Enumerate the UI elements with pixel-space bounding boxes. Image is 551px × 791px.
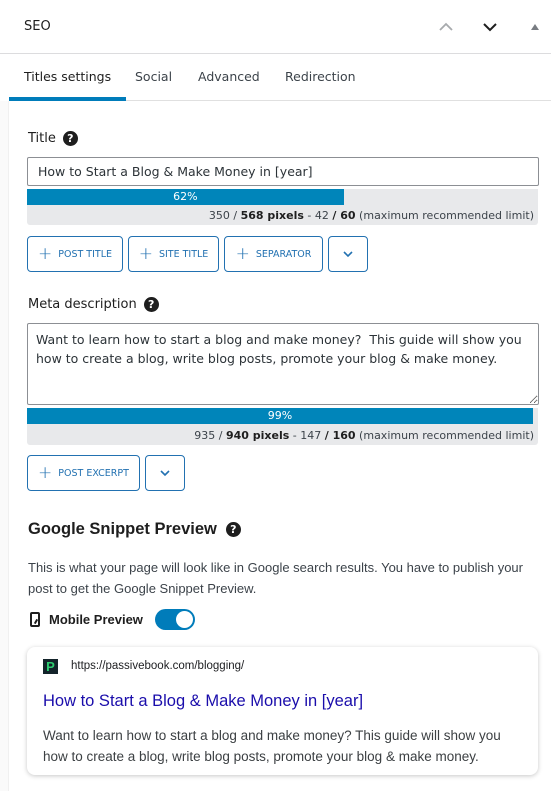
toggle-knob xyxy=(175,611,193,628)
title-label-row: Title ? xyxy=(28,131,78,146)
panel-header: SEO xyxy=(0,0,551,54)
title-input[interactable] xyxy=(27,157,539,186)
meta-chars-max: / 160 xyxy=(324,429,356,442)
chevron-down-icon xyxy=(343,251,353,258)
plus-icon: + xyxy=(138,243,153,264)
tab-advanced[interactable]: Advanced xyxy=(183,55,275,100)
mobile-phone-icon xyxy=(30,612,40,627)
meta-length-meter: 99% 935 / 940 pixels - 147 / 160 (maximu… xyxy=(27,408,538,445)
title-progress-bar: 62% xyxy=(27,189,344,205)
tab-bar: Titles settings Social Advanced Redirect… xyxy=(9,55,551,101)
meta-progress-bar: 99% xyxy=(27,408,533,424)
meta-chars-used: - 147 xyxy=(289,429,325,442)
plus-icon: + xyxy=(38,462,53,483)
chevron-up-icon xyxy=(439,22,453,31)
panel-title: SEO xyxy=(24,19,51,34)
help-icon[interactable]: ? xyxy=(62,131,78,146)
mobile-preview-toggle[interactable] xyxy=(154,609,195,630)
button-label: POST EXCERPT xyxy=(58,467,129,479)
left-edge-strip xyxy=(0,101,9,791)
plus-icon: + xyxy=(235,243,250,264)
button-label: POST TITLE xyxy=(58,248,112,260)
help-icon[interactable]: ? xyxy=(225,522,241,537)
add-post-title-button[interactable]: + POST TITLE xyxy=(27,236,123,272)
plus-icon: + xyxy=(37,243,53,264)
more-tags-dropdown-button[interactable] xyxy=(328,236,368,272)
meta-pixels-used: 935 / xyxy=(194,429,226,442)
mobile-preview-label: Mobile Preview xyxy=(49,612,143,627)
help-icon[interactable]: ? xyxy=(143,297,159,312)
button-label: SEPARATOR xyxy=(255,248,312,260)
meta-description-label: Meta description xyxy=(28,297,137,312)
add-site-title-button[interactable]: + SITE TITLE xyxy=(128,236,219,272)
chevron-down-icon xyxy=(160,470,170,477)
snippet-title-link[interactable]: How to Start a Blog & Make Money in [yea… xyxy=(43,692,363,711)
site-favicon-icon: P xyxy=(43,659,58,674)
title-pixels-used: 350 / xyxy=(208,209,241,222)
title-length-text: 350 / 568 pixels - 42 / 60 (maximum reco… xyxy=(209,209,534,222)
snippet-url: https://passivebook.com/blogging/ xyxy=(71,660,245,672)
snippet-preview-heading-row: Google Snippet Preview ? xyxy=(28,520,241,539)
title-chars-max: / 60 xyxy=(332,209,356,222)
title-length-meter: 62% 350 / 568 pixels - 42 / 60 (maximum … xyxy=(27,189,538,225)
caret-up-icon xyxy=(531,24,539,30)
google-snippet-card: P https://passivebook.com/blogging/ How … xyxy=(27,647,538,775)
title-pixels-max: 568 pixels xyxy=(240,209,304,222)
snippet-preview-heading: Google Snippet Preview xyxy=(28,520,217,538)
more-meta-tags-dropdown-button[interactable] xyxy=(145,455,185,491)
snippet-preview-description: This is what your page will look like in… xyxy=(28,560,523,596)
collapse-panel-button[interactable] xyxy=(523,15,547,39)
tab-redirection[interactable]: Redirection xyxy=(270,55,371,100)
button-label: SITE TITLE xyxy=(158,248,209,260)
add-post-excerpt-button[interactable]: + POST EXCERPT xyxy=(27,455,140,491)
chevron-down-icon xyxy=(483,23,497,32)
move-down-button[interactable] xyxy=(478,15,502,39)
title-chars-used: - 42 xyxy=(303,209,333,222)
title-label: Title xyxy=(28,131,56,146)
move-up-button[interactable] xyxy=(434,15,458,39)
meta-pixels-max: 940 pixels xyxy=(225,429,290,442)
meta-description-textarea[interactable]: Want to learn how to start a blog and ma… xyxy=(27,323,539,405)
title-limit-note: (maximum recommended limit) xyxy=(355,209,534,222)
tab-titles-settings[interactable]: Titles settings xyxy=(9,55,127,101)
tab-social[interactable]: Social xyxy=(120,55,187,100)
mobile-preview-row: Mobile Preview xyxy=(30,609,195,630)
snippet-description: Want to learn how to start a blog and ma… xyxy=(43,728,501,764)
meta-length-text: 935 / 940 pixels - 147 / 160 (maximum re… xyxy=(194,429,534,442)
add-separator-button[interactable]: + SEPARATOR xyxy=(224,236,323,272)
meta-label-row: Meta description ? xyxy=(28,297,159,312)
meta-limit-note: (maximum recommended limit) xyxy=(355,429,534,442)
